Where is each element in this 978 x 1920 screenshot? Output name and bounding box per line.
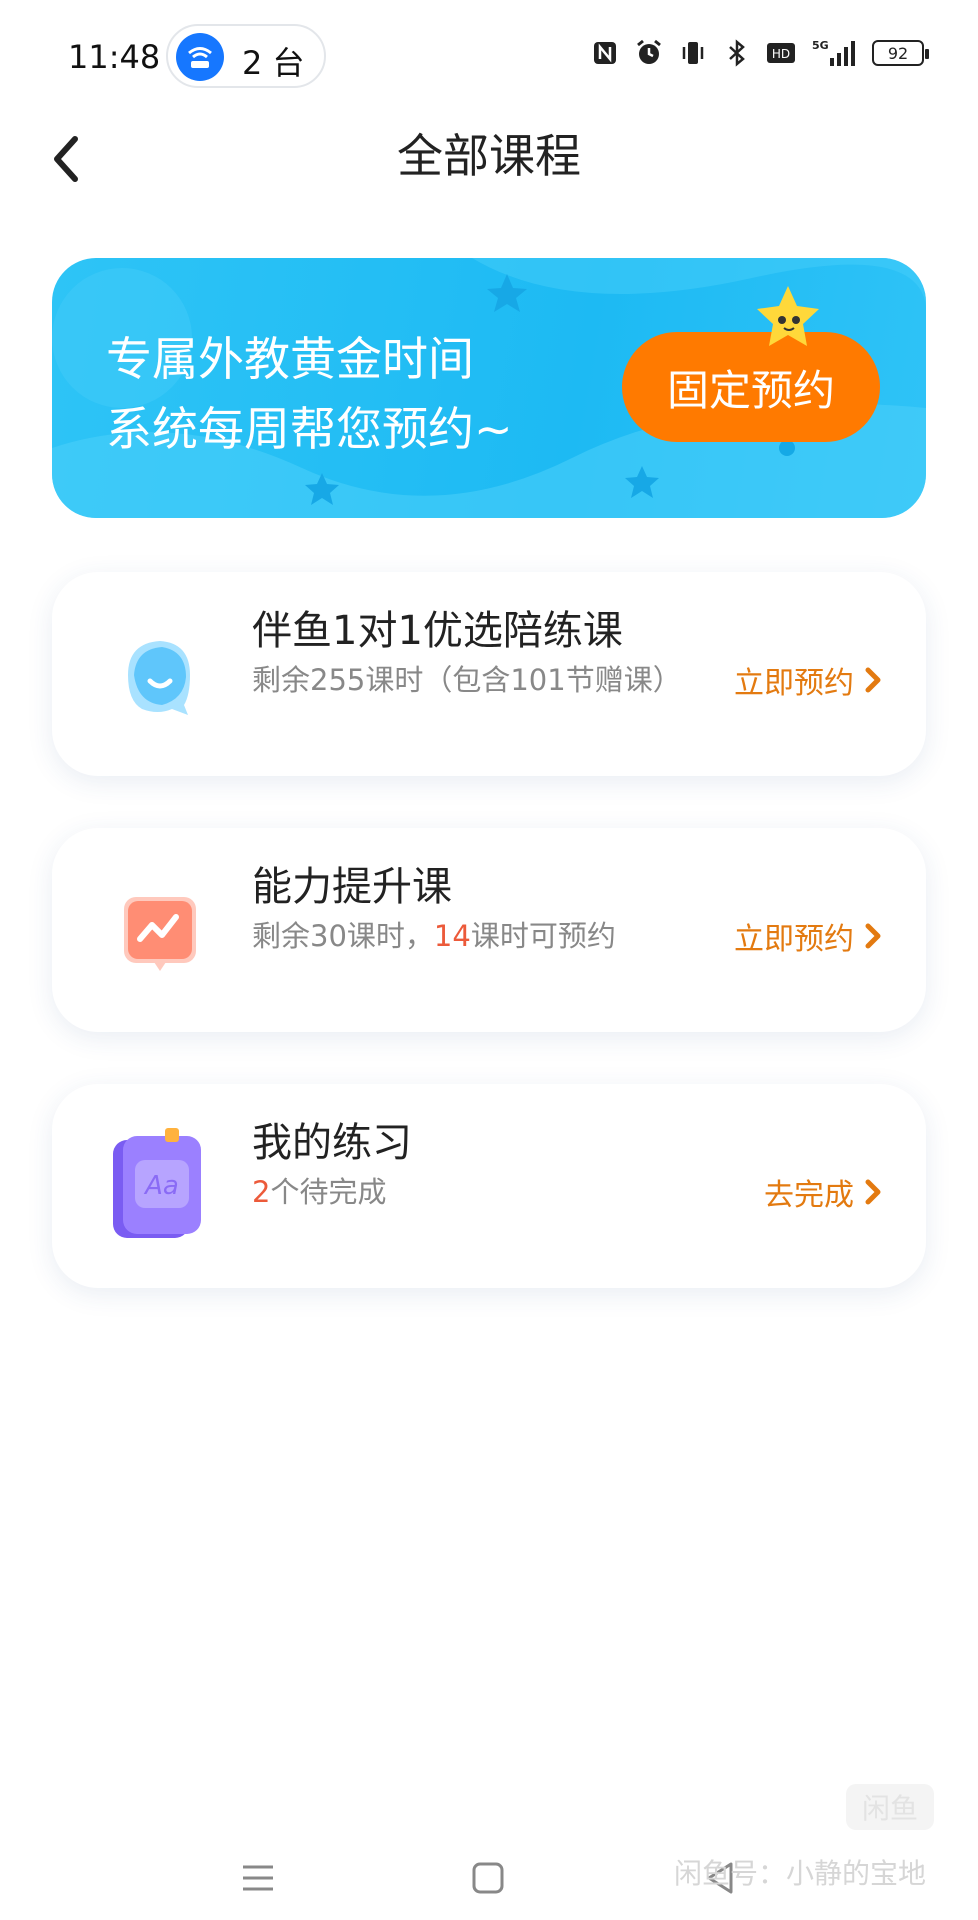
- menu-button[interactable]: [228, 1854, 288, 1902]
- subtitle-suffix: 课时可预约: [470, 919, 616, 953]
- book-now-button[interactable]: 立即预约: [734, 658, 882, 702]
- fixed-booking-banner[interactable]: 专属外教黄金时间 系统每周帮您预约~ 固定预约: [52, 258, 926, 518]
- hotspot-icon: [176, 33, 224, 81]
- signal-5g-icon: 5G: [810, 38, 858, 68]
- watermark-text: 闲鱼号：小静的宝地: [674, 1857, 927, 1890]
- chevron-right-icon: [865, 1179, 881, 1205]
- home-button[interactable]: [458, 1854, 518, 1902]
- status-bar: 11:48 2 台 HD 5G 92: [0, 0, 978, 110]
- bluetooth-icon: [722, 38, 752, 68]
- nav-bar: 全部课程: [0, 110, 978, 230]
- nfc-icon: [590, 38, 620, 68]
- book-now-button[interactable]: 立即预约: [734, 914, 882, 958]
- vibrate-icon: [678, 38, 708, 68]
- hd-icon: HD: [766, 38, 796, 68]
- chevron-right-icon: [865, 667, 881, 693]
- fixed-booking-button[interactable]: 固定预约: [622, 332, 880, 442]
- go-complete-button[interactable]: 去完成: [764, 1170, 882, 1214]
- course-title: 伴鱼1对1优选陪练课: [252, 608, 623, 654]
- page-title: 全部课程: [397, 129, 581, 183]
- battery-icon: 92: [872, 40, 929, 66]
- course-card-skill[interactable]: 能力提升课 剩余30课时，14课时可预约 立即预约: [52, 828, 926, 1032]
- banner-line-1: 专属外教黄金时间: [106, 332, 474, 386]
- book-now-label: 立即预约: [734, 922, 854, 957]
- menu-icon: [243, 1865, 273, 1891]
- status-time: 11:48: [68, 38, 161, 76]
- star-mascot-icon: [757, 286, 819, 346]
- hotspot-count: 2 台: [242, 44, 305, 82]
- svg-text:Aa: Aa: [143, 1171, 179, 1201]
- home-icon: [472, 1862, 504, 1894]
- alarm-icon: [634, 38, 664, 68]
- hotspot-pill[interactable]: 2 台: [166, 24, 326, 88]
- book-icon: Aa: [102, 1126, 212, 1246]
- practice-title: 我的练习: [252, 1120, 412, 1166]
- chevron-right-icon: [865, 923, 881, 949]
- bookable-count: 14: [433, 919, 471, 953]
- course-title: 能力提升课: [252, 864, 452, 910]
- go-complete-label: 去完成: [764, 1178, 854, 1213]
- fish-icon: [110, 630, 206, 726]
- course-card-practice[interactable]: Aa 我的练习 2个待完成 去完成: [52, 1084, 926, 1288]
- svg-text:HD: HD: [772, 47, 790, 61]
- watermark-logo: 闲鱼: [846, 1784, 934, 1830]
- banner-text: 专属外教黄金时间 系统每周帮您预约~: [106, 324, 513, 464]
- course-subtitle: 剩余30课时，14课时可预约: [252, 916, 682, 956]
- subtitle-prefix: 剩余30课时，: [252, 919, 434, 953]
- course-subtitle: 剩余255课时（包含101节赠课）: [252, 663, 682, 697]
- growth-icon: [110, 886, 206, 982]
- course-card-1v1[interactable]: 伴鱼1对1优选陪练课 剩余255课时（包含101节赠课） 立即预约: [52, 572, 926, 776]
- status-icons: HD 5G 92: [590, 38, 929, 68]
- subtitle-suffix: 个待完成: [270, 1175, 387, 1209]
- pending-count: 2: [252, 1175, 271, 1209]
- svg-text:5G: 5G: [812, 39, 829, 52]
- practice-subtitle: 2个待完成: [252, 1172, 682, 1212]
- banner-line-2: 系统每周帮您预约~: [106, 402, 513, 456]
- book-now-label: 立即预约: [734, 666, 854, 701]
